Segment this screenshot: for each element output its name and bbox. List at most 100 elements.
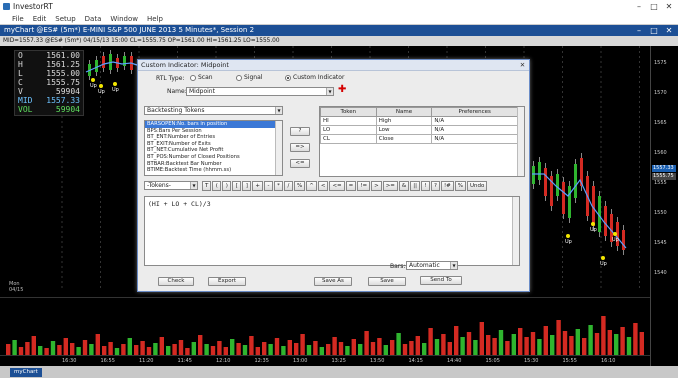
save-button[interactable]: Save <box>368 277 406 286</box>
menu-help[interactable]: Help <box>147 14 163 24</box>
token-list-item[interactable]: BT_ENT:Number of Entries <box>145 134 282 141</box>
operator-button[interactable]: < <box>317 181 329 191</box>
operator-button[interactable]: !# <box>440 181 454 191</box>
add-token-button[interactable]: => <box>290 143 310 152</box>
close-icon[interactable]: ✕ <box>662 1 676 12</box>
operator-button[interactable]: ] <box>242 181 252 191</box>
maximize-icon[interactable]: □ <box>647 1 661 12</box>
operator-button[interactable]: > <box>371 181 382 191</box>
operator-button[interactable]: Undo <box>467 181 488 191</box>
token-list-item[interactable]: BT_POS:Number of Closed Positions <box>145 154 282 161</box>
token-list-item[interactable]: BT_NET:Cumulative Net Profit <box>145 147 282 154</box>
bars-select[interactable]: Automatic ▼ <box>406 261 458 270</box>
tokens-select[interactable]: -Tokens- ▼ <box>144 181 198 190</box>
formula-scrollbar[interactable] <box>512 197 519 265</box>
token-list[interactable]: BARSOPEN:No. bars in position BPS:Bars Pe… <box>144 120 283 176</box>
table-header[interactable]: Preferences <box>431 107 518 117</box>
formula-editor[interactable]: (HI + LO + CL)/3 <box>144 196 520 266</box>
volume-pane[interactable] <box>0 297 650 356</box>
operator-button[interactable]: ? <box>430 181 440 191</box>
table-cell[interactable]: LO <box>320 125 377 135</box>
operator-button[interactable]: || <box>410 181 420 191</box>
token-table-scrollbar[interactable] <box>517 107 524 176</box>
formula-text[interactable]: (HI + LO + CL)/3 <box>148 200 211 208</box>
chart-maximize-icon[interactable]: □ <box>647 26 661 36</box>
check-button[interactable]: Check <box>158 277 194 286</box>
operator-button[interactable]: ( <box>212 181 222 191</box>
bottom-tab-bar: myChart <box>0 366 678 378</box>
table-cell[interactable]: HI <box>320 116 377 126</box>
menu-data[interactable]: Data <box>85 14 102 24</box>
quote-value: 1555.00 <box>46 69 80 78</box>
table-row[interactable]: CL Close N/A <box>320 134 518 144</box>
chevron-down-icon: ▼ <box>275 107 282 114</box>
table-cell[interactable]: CL <box>320 134 377 144</box>
menu-file[interactable]: File <box>12 14 24 24</box>
operator-button[interactable]: >= <box>382 181 398 191</box>
operator-button[interactable]: * <box>273 181 283 191</box>
operator-button[interactable]: - <box>263 181 273 191</box>
volume-bar <box>460 337 465 356</box>
chart-minimize-icon[interactable]: – <box>632 26 646 36</box>
backtesting-tokens-select[interactable]: Backtesting Tokens ▼ <box>144 106 283 115</box>
save-as-button[interactable]: Save As <box>314 277 352 286</box>
quote-row-h: H 1561.25 <box>15 60 83 69</box>
operator-button[interactable]: ^ <box>306 181 317 191</box>
quote-key: O <box>18 51 23 60</box>
token-list-item[interactable]: BTIME:Backtest Time (hhmm.ss) <box>145 167 282 174</box>
menu-setup[interactable]: Setup <box>55 14 75 24</box>
time-tick: 15:05 <box>485 358 500 364</box>
up-signal-marker: Up <box>565 234 572 245</box>
table-row[interactable]: HI High N/A <box>320 116 518 126</box>
token-list-scrollbar[interactable] <box>275 121 282 175</box>
quote-key: H <box>18 60 23 69</box>
menu-window[interactable]: Window <box>110 14 138 24</box>
table-header[interactable]: Name <box>375 107 433 117</box>
radio-signal[interactable]: Signal <box>236 74 262 81</box>
table-cell[interactable]: Close <box>375 134 433 144</box>
tab-mychart[interactable]: myChart <box>10 368 42 377</box>
token-list-item[interactable]: BPS:Bars Per Session <box>145 128 282 135</box>
bars-label: Bars: <box>390 263 406 270</box>
table-cell[interactable]: N/A <box>431 116 518 126</box>
token-list-item[interactable]: BTBAR:Backtest Bar Number <box>145 161 282 168</box>
dialog-close-icon[interactable]: ✕ <box>518 61 527 69</box>
table-cell[interactable]: High <box>375 116 433 126</box>
operator-button[interactable]: % <box>454 181 466 191</box>
operator-button[interactable]: [ <box>232 181 242 191</box>
table-cell[interactable]: N/A <box>431 125 518 135</box>
chart-window-title: myChart @ES# (5m*) E-MINI S&P 500 JUNE 2… <box>4 26 255 34</box>
token-table[interactable]: Token Name Preferences HI High N/A LO Low N/A CL C… <box>320 107 518 144</box>
send-to-button[interactable]: Send To <box>420 276 462 285</box>
menu-edit[interactable]: Edit <box>33 14 47 24</box>
operator-button[interactable]: <= <box>329 181 345 191</box>
operator-button[interactable]: ) <box>222 181 232 191</box>
help-button[interactable]: ? <box>290 127 310 136</box>
up-label: Up <box>590 227 597 233</box>
chart-close-icon[interactable]: ✕ <box>662 26 676 36</box>
volume-bar <box>230 339 235 356</box>
radio-custom-indicator[interactable]: Custom Indicator <box>285 74 344 81</box>
remove-token-button[interactable]: <= <box>290 159 310 168</box>
operator-button[interactable]: % <box>293 181 306 191</box>
operator-button[interactable]: & <box>398 181 410 191</box>
table-row[interactable]: LO Low N/A <box>320 125 518 135</box>
table-cell[interactable]: N/A <box>431 134 518 144</box>
add-new-icon[interactable]: ✚ <box>338 84 346 95</box>
token-list-item[interactable]: BARSOPEN:No. bars in position <box>145 121 282 128</box>
table-header[interactable]: Token <box>320 107 377 117</box>
operator-button[interactable]: != <box>357 181 371 191</box>
minimize-icon[interactable]: – <box>632 1 646 12</box>
operator-button[interactable]: / <box>283 181 293 191</box>
table-cell[interactable]: Low <box>375 125 433 135</box>
name-select[interactable]: Midpoint ▼ <box>186 87 334 96</box>
operator-button[interactable]: ! <box>420 181 430 191</box>
operator-button[interactable]: + <box>252 181 263 191</box>
export-button[interactable]: Export <box>208 277 246 286</box>
token-list-item[interactable]: BT_EXIT:Number of Exits <box>145 141 282 148</box>
operator-button[interactable]: T <box>202 181 212 191</box>
operator-button[interactable]: = <box>345 181 357 191</box>
radio-scan[interactable]: Scan <box>190 74 213 81</box>
price-tick: 1545 <box>654 240 667 246</box>
quote-row-mid: MID 1557.33 <box>15 96 83 105</box>
